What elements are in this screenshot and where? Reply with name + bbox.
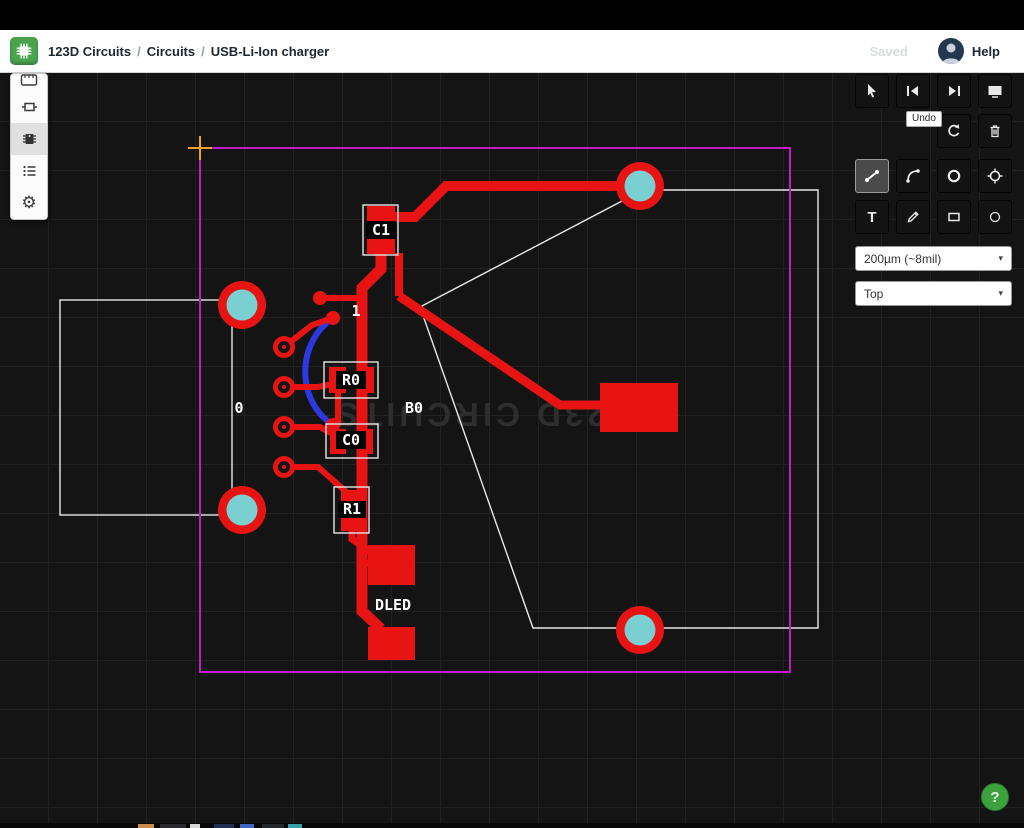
label-r0: R0	[342, 371, 360, 389]
delete-button[interactable]	[978, 114, 1012, 148]
undo-icon	[946, 123, 962, 139]
tool-pcb[interactable]	[11, 123, 47, 155]
via-tool-button[interactable]	[978, 159, 1012, 193]
ellipse-tool-icon	[987, 209, 1003, 225]
breadcrumb-section[interactable]: Circuits	[147, 44, 195, 59]
circle-tool-icon	[946, 168, 962, 184]
pencil-icon	[905, 209, 921, 225]
dled-pad-2	[368, 627, 415, 660]
breadcrumb: 123D Circuits / Circuits / USB-Li-Ion charge…	[48, 44, 329, 59]
drill-pad	[218, 281, 266, 329]
tool-settings[interactable]: ⚙	[11, 187, 47, 219]
arc-tool-button[interactable]	[896, 159, 930, 193]
tool-schematic[interactable]	[11, 91, 47, 123]
trace-width-value: 200µm (~8mil)	[864, 252, 941, 266]
breadcrumb-project: USB-Li-Ion charger	[211, 44, 329, 59]
trace-width-select[interactable]: 200µm (~8mil) ▾	[855, 246, 1012, 271]
cursor-icon	[864, 83, 880, 99]
taskbar-sliver	[0, 823, 1024, 828]
th-pad	[273, 416, 295, 438]
trace-tool-button[interactable]	[855, 159, 889, 193]
chevron-down-icon: ▾	[998, 289, 1003, 299]
layer-select[interactable]: Top ▾	[855, 281, 1012, 306]
text-tool-icon: T	[867, 209, 876, 226]
taskbar-fragment	[262, 824, 284, 828]
trace-tool-icon	[864, 168, 880, 184]
person-icon	[938, 38, 964, 64]
via-target-icon	[987, 168, 1003, 184]
help-fab-button[interactable]: ?	[981, 783, 1009, 811]
list-icon	[21, 163, 38, 179]
skip-forward-icon	[946, 83, 962, 99]
app-window: 123D Circuits / Circuits / USB-Li-Ion charge…	[0, 0, 1024, 828]
skip-back-icon	[905, 83, 921, 99]
jump-end-button[interactable]	[937, 74, 971, 108]
th-pad	[273, 456, 295, 478]
rect-tool-button[interactable]	[937, 200, 971, 234]
label-c1: C1	[372, 221, 390, 239]
breadcrumb-app[interactable]: 123D Circuits	[48, 44, 131, 59]
rectangle-tool-icon	[946, 209, 962, 225]
trash-icon	[987, 123, 1003, 139]
b0-pad	[600, 383, 678, 432]
app-logo[interactable]	[10, 37, 38, 65]
chip-logo-icon	[15, 42, 33, 60]
taskbar-fragment	[190, 824, 200, 828]
chevron-down-icon: ▾	[998, 254, 1003, 264]
taskbar-fragment	[214, 824, 234, 828]
taskbar-fragment	[288, 824, 302, 828]
th-pad	[273, 336, 295, 358]
gear-icon: ⚙	[21, 195, 36, 212]
tool-breadboard[interactable]	[11, 74, 47, 91]
pencil-tool-button[interactable]	[896, 200, 930, 234]
breadcrumb-separator: /	[137, 44, 141, 59]
label-zero: 0	[234, 399, 243, 417]
label-r1: R1	[343, 500, 361, 518]
select-tool-button[interactable]	[855, 74, 889, 108]
arc-tool-icon	[905, 168, 921, 184]
text-tool-button[interactable]: T	[855, 200, 889, 234]
browser-chrome-strip	[0, 0, 1024, 30]
chip-icon	[21, 131, 38, 147]
help-link[interactable]: Help	[972, 44, 1000, 59]
saved-status: Saved	[870, 44, 908, 59]
th-pad	[273, 376, 295, 398]
undo-button[interactable]	[937, 114, 971, 148]
taskbar-fragment	[138, 824, 154, 828]
fullscreen-icon	[987, 83, 1003, 99]
breadboard-icon	[20, 74, 38, 88]
drill-pad	[616, 606, 664, 654]
drill-pad	[218, 486, 266, 534]
view-switcher-toolbar: ⚙	[10, 73, 48, 220]
jump-start-button[interactable]	[896, 74, 930, 108]
circle-tool-button[interactable]	[937, 159, 971, 193]
resistor-icon	[21, 99, 38, 115]
dled-pad-1	[368, 545, 415, 585]
breadcrumb-separator: /	[201, 44, 205, 59]
label-b0: B0	[405, 399, 423, 417]
label-dled: DLED	[375, 596, 411, 614]
fullscreen-button[interactable]	[978, 74, 1012, 108]
taskbar-fragment	[240, 824, 254, 828]
taskbar-fragment	[160, 824, 186, 828]
label-c0: C0	[342, 431, 360, 449]
app-header: 123D Circuits / Circuits / USB-Li-Ion charge…	[0, 30, 1024, 73]
question-mark-icon: ?	[990, 789, 999, 806]
undo-tooltip: Undo	[906, 111, 942, 127]
ellipse-tool-button[interactable]	[978, 200, 1012, 234]
layer-value: Top	[864, 287, 883, 301]
label-one: 1	[351, 302, 360, 320]
tool-bom[interactable]	[11, 155, 47, 187]
drill-pad	[616, 162, 664, 210]
user-avatar[interactable]	[938, 38, 964, 64]
